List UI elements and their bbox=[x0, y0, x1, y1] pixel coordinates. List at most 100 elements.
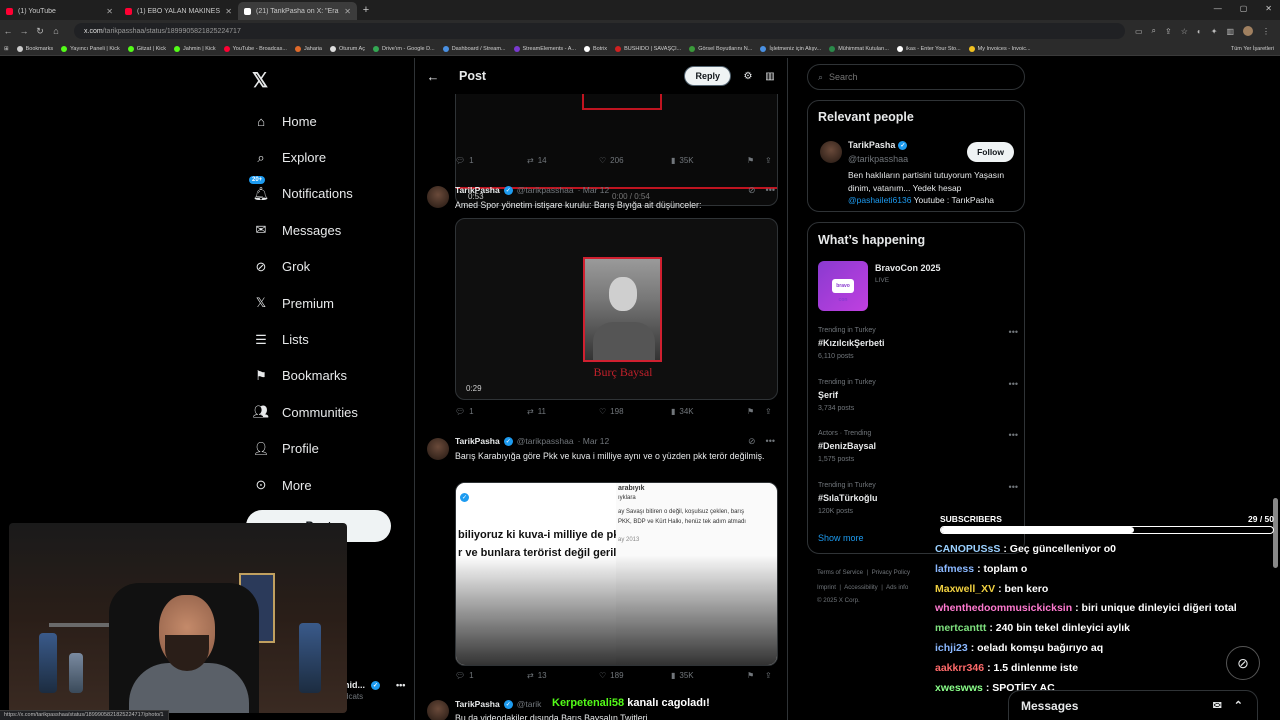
nav-item-more[interactable]: ⊙ More bbox=[252, 467, 358, 503]
maximize-icon[interactable]: ▢ bbox=[1240, 4, 1248, 13]
more-dots-icon[interactable]: ••• bbox=[1009, 482, 1018, 492]
reload-icon[interactable]: ↻ bbox=[32, 26, 48, 37]
reader-view-icon[interactable]: ▥ bbox=[759, 71, 781, 82]
close-tab-icon[interactable]: ✕ bbox=[344, 7, 351, 16]
bookmark-item[interactable]: YouTube - Broadcas... bbox=[220, 45, 291, 52]
nav-item-messages[interactable]: ✉ Messages bbox=[252, 212, 358, 248]
imprint-link[interactable]: Imprint bbox=[817, 584, 836, 591]
back-arrow-icon[interactable]: ← bbox=[417, 69, 449, 84]
nav-item-lists[interactable]: ☰ Lists bbox=[252, 321, 358, 357]
trend-item[interactable]: Trending in Turkey Şerif 3,734 posts ••• bbox=[818, 379, 1018, 412]
tweet-image[interactable]: ✓ biliyoruz ki kuva-i milliye de pk r ve… bbox=[455, 482, 778, 666]
avatar[interactable] bbox=[427, 438, 449, 460]
author-handle[interactable]: @tarikpasshaa bbox=[517, 185, 574, 195]
person-name-row[interactable]: TarikPasha ✓ bbox=[848, 140, 908, 150]
grok-floating-button[interactable]: ⊘ bbox=[1226, 646, 1260, 680]
share-icon[interactable]: ⇪ bbox=[765, 407, 772, 416]
trend-item[interactable]: Trending in Turkey #SılaTürkoğlu 120K post… bbox=[818, 482, 1018, 515]
nav-item-bookmarks[interactable]: ⚑ Bookmarks bbox=[252, 358, 358, 394]
privacy-link[interactable]: Privacy Policy bbox=[872, 569, 911, 576]
repost-action[interactable]: ⇄ 11 bbox=[527, 407, 599, 416]
person-handle[interactable]: @tarikpasshaa bbox=[848, 154, 908, 164]
compose-message-icon[interactable]: ✉ bbox=[1213, 699, 1222, 712]
like-action[interactable]: ♡ 206 bbox=[599, 156, 671, 165]
cast-icon[interactable]: ▭ bbox=[1135, 27, 1143, 36]
author-handle[interactable]: @tarik bbox=[517, 699, 542, 709]
x-logo-icon[interactable]: 𝕏 bbox=[252, 68, 268, 93]
bookmark-item[interactable]: Botrix bbox=[580, 45, 611, 52]
reply-button[interactable]: Reply bbox=[684, 66, 731, 86]
views-action[interactable]: ▮ 35K bbox=[671, 156, 747, 165]
views-action[interactable]: ▮ 34K bbox=[671, 407, 747, 416]
minimize-icon[interactable]: — bbox=[1214, 4, 1222, 13]
nav-item-home[interactable]: ⌂ Home bbox=[252, 103, 358, 139]
accessibility-link[interactable]: Accessibility bbox=[844, 584, 878, 591]
bookmark-item[interactable]: Drive'ım - Google D... bbox=[369, 45, 439, 52]
bookmark-item[interactable]: Jaharia bbox=[291, 45, 326, 52]
page-scrollbar[interactable] bbox=[1273, 58, 1278, 720]
author-name[interactable]: TarikPasha bbox=[455, 436, 500, 446]
nav-item-premium[interactable]: 𝕏 Premium bbox=[252, 285, 358, 321]
account-switcher[interactable]: hid... ✓ ••• dcats bbox=[344, 680, 405, 701]
video-player[interactable]: Burç Baysal 0:29 bbox=[455, 218, 778, 400]
trend-item[interactable]: Actors · Trending #DenizBaysal 1,575 posts… bbox=[818, 430, 1018, 463]
bookmark-icon[interactable]: ⚑ bbox=[747, 156, 765, 165]
author-name[interactable]: TarikPasha bbox=[455, 185, 500, 195]
search-input[interactable] bbox=[829, 72, 1010, 82]
bookmark-item[interactable]: Jahmin | Kick bbox=[170, 45, 220, 52]
share-icon[interactable]: ⇪ bbox=[1165, 27, 1172, 36]
all-bookmarks-link[interactable]: Tüm Yer İşaretleri bbox=[1231, 46, 1280, 52]
profile-avatar[interactable] bbox=[1243, 26, 1253, 36]
tweet-date[interactable]: · Mar 12 bbox=[578, 185, 610, 195]
zoom-icon[interactable]: ⌕ bbox=[1152, 26, 1156, 36]
more-dots-icon[interactable]: ••• bbox=[1009, 327, 1018, 337]
star-icon[interactable]: ☆ bbox=[1181, 27, 1188, 36]
repost-action[interactable]: ⇄ 13 bbox=[527, 671, 599, 680]
expand-icon[interactable]: ⌃ bbox=[1234, 699, 1243, 712]
nav-item-explore[interactable]: ⌕ Explore bbox=[252, 139, 358, 175]
close-tab-icon[interactable]: ✕ bbox=[225, 7, 232, 16]
home-icon[interactable]: ⌂ bbox=[48, 26, 64, 36]
bookmark-item[interactable]: Yayıncı Paneli | Kick bbox=[57, 45, 124, 52]
event-title[interactable]: BravoCon 2025 bbox=[875, 263, 941, 273]
close-window-icon[interactable]: ✕ bbox=[1265, 4, 1272, 13]
terms-link[interactable]: Terms of Service bbox=[817, 569, 863, 576]
ads-info-link[interactable]: Ads info bbox=[886, 584, 908, 591]
apps-icon[interactable]: ⊞ bbox=[0, 46, 13, 52]
extension-icon[interactable]: ◐ bbox=[1197, 27, 1202, 36]
event-thumbnail[interactable]: bravo con bbox=[818, 261, 868, 311]
share-icon[interactable]: ⇪ bbox=[765, 156, 772, 165]
bookmark-item[interactable]: İşletmeniz için Alışv... bbox=[756, 45, 825, 52]
author-name[interactable]: TarikPasha bbox=[455, 699, 500, 709]
nav-item-grok[interactable]: ⊘ Grok bbox=[252, 249, 358, 285]
bookmark-icon[interactable]: ⚑ bbox=[747, 671, 765, 680]
tweet-date[interactable]: · Mar 12 bbox=[578, 436, 610, 446]
bookmark-icon[interactable]: ⚑ bbox=[747, 407, 765, 416]
reply-action[interactable]: 💬︎ 1 bbox=[455, 407, 527, 416]
bookmark-item[interactable]: Gitzat | Kick bbox=[124, 45, 170, 52]
avatar[interactable] bbox=[820, 141, 842, 163]
menu-dots-icon[interactable]: ⋮ bbox=[1262, 27, 1270, 36]
browser-tab-ebo[interactable]: (1) EBO YALAN MAKİNESİNDE ✕ bbox=[119, 2, 238, 20]
browser-tab-x-post[interactable]: (21) TarikPasha on X: "Era?Cap ✕ bbox=[238, 2, 357, 20]
more-dots-icon[interactable]: ••• bbox=[1009, 430, 1018, 440]
author-handle[interactable]: @tarikpasshaa bbox=[517, 436, 574, 446]
nav-item-communities[interactable]: 👥︎ Communities bbox=[252, 394, 358, 430]
views-action[interactable]: ▮ 35K bbox=[671, 671, 747, 680]
reply-action[interactable]: 💬︎ 1 bbox=[455, 671, 527, 680]
avatar[interactable] bbox=[427, 186, 449, 208]
more-dots-icon[interactable]: ••• bbox=[766, 185, 775, 196]
puzzle-icon[interactable]: ✦ bbox=[1211, 27, 1218, 36]
bookmark-item[interactable]: Dashboard / Stream... bbox=[439, 45, 510, 52]
bookmark-item[interactable]: BUSHIDO | SAVAŞÇI... bbox=[611, 45, 685, 52]
avatar[interactable] bbox=[427, 700, 449, 720]
bookmark-item[interactable]: Oturum Aç bbox=[326, 45, 369, 52]
new-tab-button[interactable]: + bbox=[357, 4, 375, 16]
browser-tab-youtube[interactable]: (1) YouTube ✕ bbox=[0, 2, 119, 20]
share-icon[interactable]: ⇪ bbox=[765, 671, 772, 680]
bookmark-item[interactable]: StreamElements - A... bbox=[510, 45, 581, 52]
show-more-link[interactable]: Show more bbox=[818, 533, 864, 543]
bio-link[interactable]: @pashaileti6136 bbox=[848, 195, 911, 205]
more-dots-icon[interactable]: ••• bbox=[766, 436, 775, 447]
more-dots-icon[interactable]: ••• bbox=[1009, 379, 1018, 389]
